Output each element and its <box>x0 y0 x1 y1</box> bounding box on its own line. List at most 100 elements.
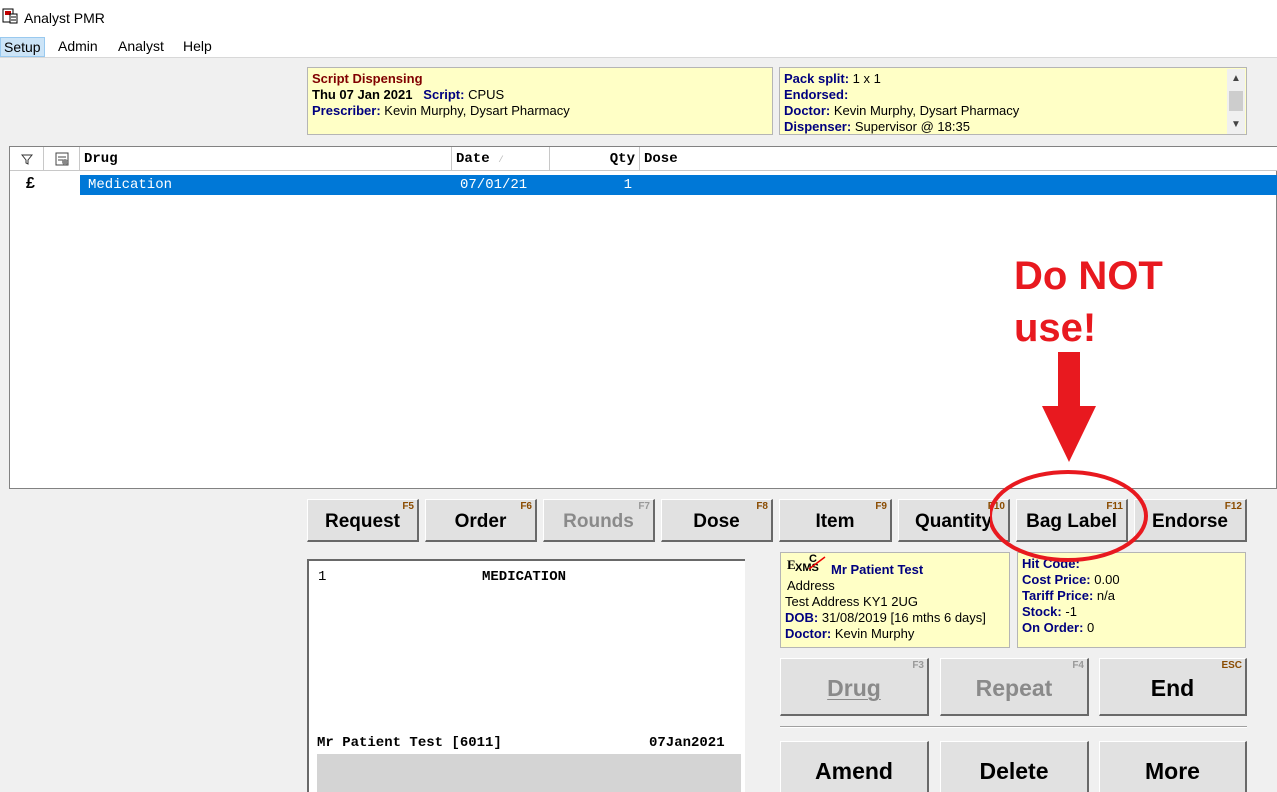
app-icon <box>2 8 18 24</box>
stock-label: Stock: <box>1022 604 1062 619</box>
menu-analyst[interactable]: Analyst <box>115 37 167 57</box>
cost-value: 0.00 <box>1094 572 1120 587</box>
dob-line: DOB: 31/08/2019 [16 mths 6 days] <box>785 610 986 626</box>
annotation-line-2: use! <box>1014 306 1097 350</box>
doctor-value: Kevin Murphy, Dysart Pharmacy <box>833 103 1020 118</box>
dose-key: F8 <box>756 501 768 512</box>
preview-footer-band <box>317 754 741 792</box>
patient-address: Test Address KY1 2UG <box>785 594 918 609</box>
tariff-line: Tariff Price: n/a <box>1022 588 1115 604</box>
prescriber-line: Prescriber: Kevin Murphy, Dysart Pharmac… <box>312 103 570 119</box>
order-label: Order <box>454 511 507 532</box>
drug-button[interactable]: F3 Drug <box>780 658 929 716</box>
label-preview: 1 MEDICATION Mr Patient Test [6011] 07Ja… <box>307 559 745 792</box>
dispenser-line: Dispenser: Supervisor @ 18:35 <box>784 119 970 134</box>
order-button[interactable]: F6 Order <box>425 499 537 542</box>
pack-split-value: 1 x 1 <box>852 71 881 86</box>
more-label: More <box>1145 758 1200 784</box>
delete-button[interactable]: Delete <box>940 741 1089 792</box>
script-date-line: Thu 07 Jan 2021 Script: CPUS <box>312 87 504 103</box>
filter-icon <box>20 154 33 165</box>
button-divider <box>780 726 1247 728</box>
dose-button[interactable]: F8 Dose <box>661 499 773 542</box>
tariff-label: Tariff Price: <box>1022 588 1094 603</box>
preview-line-no: 1 <box>318 569 327 585</box>
cost-label: Cost Price: <box>1022 572 1091 587</box>
menu-setup[interactable]: Setup <box>0 37 45 57</box>
endorsed-label: Endorsed: <box>784 87 849 102</box>
script-info-panel: Script Dispensing Thu 07 Jan 2021 Script… <box>307 67 773 135</box>
onorder-label: On Order: <box>1022 620 1084 635</box>
dispenser-label: Dispenser: <box>784 119 852 134</box>
col-drug[interactable]: Drug <box>80 147 452 171</box>
window-title: Analyst PMR <box>24 10 105 26</box>
preview-date: 07Jan2021 <box>649 735 725 751</box>
item-key: F9 <box>875 501 887 512</box>
endorse-key: F12 <box>1224 501 1242 512</box>
col-dose[interactable]: Dose <box>640 147 1277 171</box>
repeat-button[interactable]: F4 Repeat <box>940 658 1089 716</box>
doctor-line: Doctor: Kevin Murphy, Dysart Pharmacy <box>784 103 1019 119</box>
annotation-text: Do NOT use! <box>1014 250 1163 354</box>
scroll-up-icon[interactable]: ▲ <box>1227 71 1245 87</box>
scroll-thumb[interactable] <box>1229 91 1243 111</box>
sort-asc-icon: ⁄ <box>498 155 505 166</box>
drug-key: F3 <box>912 660 924 671</box>
menu-bar: Setup Admin Analyst Help <box>0 34 1277 58</box>
amend-label: Amend <box>815 758 893 784</box>
rounds-button[interactable]: F7 Rounds <box>543 499 655 542</box>
patient-name: Mr Patient Test <box>831 562 924 577</box>
exemption-badge: E C XMS <box>785 553 831 574</box>
address-heading: Address <box>787 578 835 593</box>
request-button[interactable]: F5 Request <box>307 499 419 542</box>
script-date: Thu 07 Jan 2021 <box>312 87 413 102</box>
annotation-arrow-icon <box>990 352 1148 562</box>
endorsed-line: Endorsed: <box>784 87 848 103</box>
pack-scrollbar[interactable]: ▲ ▼ <box>1227 69 1245 134</box>
col-date-label: Date <box>456 151 490 167</box>
pack-split-line: Pack split: 1 x 1 <box>784 71 881 87</box>
delete-label: Delete <box>979 758 1049 784</box>
repeat-key: F4 <box>1072 660 1084 671</box>
rounds-label: Rounds <box>563 511 634 532</box>
col-qty[interactable]: Qty <box>550 147 640 171</box>
doctor-label: Doctor: <box>784 103 831 118</box>
end-key: ESC <box>1221 660 1242 671</box>
grid-settings-header[interactable] <box>44 147 80 171</box>
onorder-value: 0 <box>1087 620 1095 635</box>
preview-item: MEDICATION <box>482 569 567 585</box>
scroll-down-icon[interactable]: ▼ <box>1227 117 1245 133</box>
menu-admin[interactable]: Admin <box>55 37 101 57</box>
rounds-key: F7 <box>638 501 650 512</box>
script-label: Script: <box>423 87 465 102</box>
price-icon: £ <box>26 175 35 192</box>
table-row[interactable] <box>80 175 1277 195</box>
preview-patient: Mr Patient Test [6011] <box>317 735 502 751</box>
dispenser-value: Supervisor @ 18:35 <box>854 119 970 134</box>
onorder-line: On Order: 0 <box>1022 620 1094 636</box>
settings-icon <box>55 152 68 166</box>
row-date: 07/01/21 <box>460 177 528 193</box>
grid-filter-header[interactable] <box>10 147 44 171</box>
tariff-value: n/a <box>1096 588 1115 603</box>
stock-value: -1 <box>1065 604 1077 619</box>
stock-line: Stock: -1 <box>1022 604 1077 620</box>
cost-line: Cost Price: 0.00 <box>1022 572 1120 588</box>
more-button[interactable]: More <box>1099 741 1247 792</box>
patient-doctor-label: Doctor: <box>785 626 832 641</box>
item-button[interactable]: F9 Item <box>779 499 892 542</box>
request-key: F5 <box>402 501 414 512</box>
order-key: F6 <box>520 501 532 512</box>
patient-info-panel: E C XMS Mr Patient Test Address Test Add… <box>780 552 1010 648</box>
row-drug: Medication <box>88 177 173 193</box>
script-heading: Script Dispensing <box>312 71 423 86</box>
request-label: Request <box>325 511 400 532</box>
end-button[interactable]: ESC End <box>1099 658 1247 716</box>
col-date[interactable]: Date ⁄ <box>452 147 550 171</box>
row-qty: 1 <box>623 177 632 193</box>
amend-button[interactable]: Amend <box>780 741 929 792</box>
dose-label: Dose <box>693 511 740 532</box>
title-bar: Analyst PMR <box>0 0 1277 34</box>
item-label: Item <box>815 511 855 532</box>
menu-help[interactable]: Help <box>180 37 215 57</box>
